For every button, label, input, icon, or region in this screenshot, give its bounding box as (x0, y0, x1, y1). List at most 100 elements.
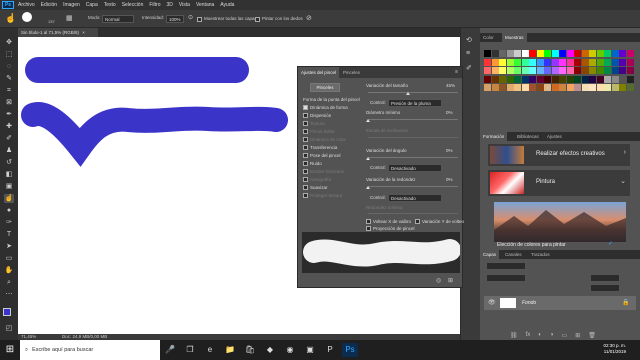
learn-card-painting[interactable]: Pintura ⌄ (488, 170, 630, 196)
edge-icon[interactable]: e (202, 343, 218, 357)
new-layer-icon[interactable]: ⊞ (575, 332, 580, 340)
windows-start-icon[interactable]: ⊞ (0, 340, 20, 360)
color-swatch[interactable] (626, 84, 634, 91)
color-swatch[interactable] (589, 75, 596, 83)
path-select-tool-icon[interactable]: ➤ (4, 242, 14, 251)
photoshop-taskbar-icon[interactable]: Ps (342, 343, 358, 357)
color-swatch[interactable] (566, 75, 574, 83)
option-checkbox[interactable] (303, 161, 308, 166)
color-swatch[interactable] (536, 75, 544, 83)
option-dual-brush[interactable]: Pincel doble (310, 129, 335, 134)
color-swatch[interactable] (499, 67, 506, 74)
taskbar-clock[interactable]: 02:30 p. m. 11/01/2019 (603, 343, 626, 355)
color-swatch[interactable] (491, 58, 499, 66)
color-swatch[interactable] (604, 50, 611, 57)
option-transfer[interactable]: Transferencia (310, 145, 337, 150)
projection-checkbox[interactable] (366, 226, 371, 231)
color-swatch[interactable] (566, 50, 574, 57)
trash-icon[interactable]: 🗑 (588, 332, 596, 340)
option-smoothing[interactable]: Suavizar (310, 185, 328, 190)
slider-knob[interactable] (366, 186, 370, 189)
color-swatch[interactable] (589, 58, 596, 66)
color-swatch[interactable] (604, 84, 611, 91)
color-swatch[interactable] (506, 75, 514, 83)
color-swatch[interactable] (581, 84, 589, 91)
tab-adjustments[interactable]: Ajustes (544, 132, 565, 141)
color-swatch[interactable] (536, 67, 544, 74)
tab-libraries[interactable]: Bibliotecas (514, 132, 542, 141)
color-swatch[interactable] (559, 58, 566, 66)
fill-input[interactable] (590, 284, 620, 292)
color-swatch[interactable] (544, 50, 551, 57)
color-swatch[interactable] (574, 58, 581, 66)
color-swatch[interactable] (604, 75, 611, 83)
eraser-tool-icon[interactable]: ◧ (4, 170, 14, 179)
finger-paint-checkbox[interactable] (255, 17, 260, 22)
learn-card-image[interactable] (494, 202, 626, 242)
menu-archivo[interactable]: Archivo (18, 2, 35, 8)
link-icon[interactable]: ⛓ (510, 332, 518, 340)
brush-presets-button[interactable]: Pinceles (310, 83, 340, 92)
color-swatch[interactable] (491, 67, 499, 74)
brush-settings-icon[interactable]: ✐ (466, 64, 472, 72)
color-swatch[interactable] (626, 58, 634, 66)
frame-tool-icon[interactable]: ⊠ (4, 98, 14, 107)
color-swatch[interactable] (514, 67, 521, 74)
color-swatch[interactable] (596, 58, 604, 66)
hand-tool-icon[interactable]: ✋ (4, 266, 14, 275)
zoom-level[interactable]: 71,45% (21, 334, 36, 339)
size-jitter-slider[interactable] (368, 92, 458, 93)
color-swatch[interactable] (559, 50, 566, 57)
color-swatch[interactable] (611, 58, 619, 66)
control-select[interactable]: Presión de la pluma (388, 99, 442, 107)
option-checkbox[interactable] (303, 153, 308, 158)
color-swatch[interactable] (619, 75, 626, 83)
menu-vista[interactable]: Vista (179, 2, 190, 8)
tab-brush-settings[interactable]: Ajustes del pincel (298, 67, 340, 78)
foreground-color-swatch[interactable] (3, 308, 11, 316)
color-swatch[interactable] (551, 67, 559, 74)
roundness-jitter-slider[interactable] (368, 186, 458, 187)
folder-icon[interactable]: ▭ (562, 332, 568, 340)
color-swatch[interactable] (566, 84, 574, 91)
color-swatch[interactable] (551, 75, 559, 83)
angle-control-select[interactable]: Desactivado (388, 164, 442, 172)
visibility-eye-icon[interactable]: 👁 (488, 299, 496, 306)
tab-swatches[interactable]: Muestras (502, 33, 527, 42)
dodge-tool-icon[interactable]: ● (4, 206, 14, 215)
new-brush-icon[interactable]: ⊞ (448, 277, 453, 284)
flip-y-checkbox[interactable] (415, 219, 420, 224)
color-swatch[interactable] (514, 50, 521, 57)
option-wet-edges[interactable]: Bordes húmedos (310, 169, 344, 174)
color-swatch[interactable] (529, 58, 536, 66)
close-icon[interactable]: × (82, 30, 85, 35)
color-swatch[interactable] (589, 67, 596, 74)
color-swatch[interactable] (581, 50, 589, 57)
color-swatch[interactable] (484, 50, 491, 57)
store-icon[interactable]: 🛍 (242, 343, 258, 357)
color-swatch[interactable] (619, 67, 626, 74)
tab-brushes[interactable]: Pinceles (340, 67, 363, 78)
menu-filtro[interactable]: Filtro (149, 2, 160, 8)
color-swatch[interactable] (506, 84, 514, 91)
mask-icon[interactable]: ◐ (538, 332, 542, 340)
mode-select[interactable]: Normal (102, 15, 134, 23)
option-texture[interactable]: Textura (310, 121, 325, 126)
color-swatch[interactable] (574, 50, 581, 57)
blend-mode-select[interactable] (486, 274, 526, 282)
color-swatch[interactable] (559, 67, 566, 74)
color-swatch[interactable] (626, 50, 634, 57)
healing-tool-icon[interactable]: ✚ (4, 122, 14, 131)
color-swatch[interactable] (484, 67, 491, 74)
brush-tool-icon[interactable]: ✐ (4, 134, 14, 143)
color-swatch[interactable] (491, 84, 499, 91)
color-swatch[interactable] (514, 75, 521, 83)
option-shape-dynamics[interactable]: Dinámica de forma (310, 105, 348, 110)
shape-tool-icon[interactable]: ▭ (4, 254, 14, 263)
flow-input[interactable]: 100% (166, 15, 184, 23)
color-swatch[interactable] (506, 50, 514, 57)
option-checkbox[interactable] (303, 105, 308, 110)
smudge-tool-icon[interactable]: ☝ (4, 194, 14, 203)
color-swatch[interactable] (499, 58, 506, 66)
color-swatch[interactable] (551, 84, 559, 91)
